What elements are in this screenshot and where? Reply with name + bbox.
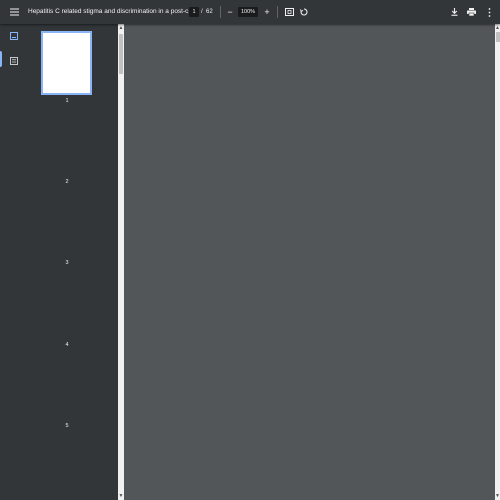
rotate-icon	[300, 8, 308, 16]
thumbnails-icon	[10, 32, 18, 40]
page-number-label: 5	[65, 423, 69, 429]
toolbar-divider	[220, 6, 221, 18]
active-tool-indicator	[0, 51, 2, 67]
fit-page-icon	[284, 8, 294, 16]
page-number-label: 1	[65, 98, 69, 104]
page-number-label: 2	[65, 179, 69, 185]
page-number-label: 3	[65, 260, 69, 266]
menu-icon	[9, 8, 19, 16]
more-options-button[interactable]	[485, 0, 493, 24]
print-icon	[466, 8, 476, 16]
page-separator: /	[201, 9, 203, 15]
download-icon	[451, 8, 457, 16]
document-title: Hepatitis C related stigma and discrimin…	[28, 8, 194, 15]
fit-page-button[interactable]	[283, 0, 295, 24]
rotate-button[interactable]	[299, 0, 309, 24]
download-button[interactable]	[449, 0, 459, 24]
page-thumbnail[interactable]	[41, 31, 92, 95]
pdf-toolbar: Hepatitis C related stigma and discrimin…	[0, 0, 500, 24]
thumbnail-sidebar: 1 2 3 4 5	[0, 24, 118, 500]
print-button[interactable]	[466, 0, 476, 24]
document-viewer[interactable]	[124, 24, 495, 500]
page-number-label: 4	[65, 342, 69, 348]
page-total: 62	[206, 9, 213, 15]
outline-icon	[10, 57, 18, 65]
menu-button[interactable]	[6, 0, 22, 24]
viewer-scrollbar[interactable]	[495, 24, 500, 500]
more-vert-icon	[488, 7, 490, 17]
zoom-level-input[interactable]: 100%	[238, 7, 258, 17]
toolbar-divider	[277, 6, 278, 18]
zoom-out-button[interactable]: −	[226, 0, 234, 24]
viewer-scrollbar-thumb[interactable]	[496, 32, 500, 42]
outline-button[interactable]	[7, 54, 21, 68]
scroll-up-arrow[interactable]: ▲	[495, 24, 500, 32]
page-number-input[interactable]: 1	[189, 7, 199, 17]
scroll-down-arrow[interactable]: ▼	[495, 492, 500, 500]
zoom-in-button[interactable]: +	[262, 0, 272, 24]
sidebar-scrollbar-thumb[interactable]	[119, 34, 123, 74]
thumbnails-button[interactable]	[7, 29, 21, 43]
